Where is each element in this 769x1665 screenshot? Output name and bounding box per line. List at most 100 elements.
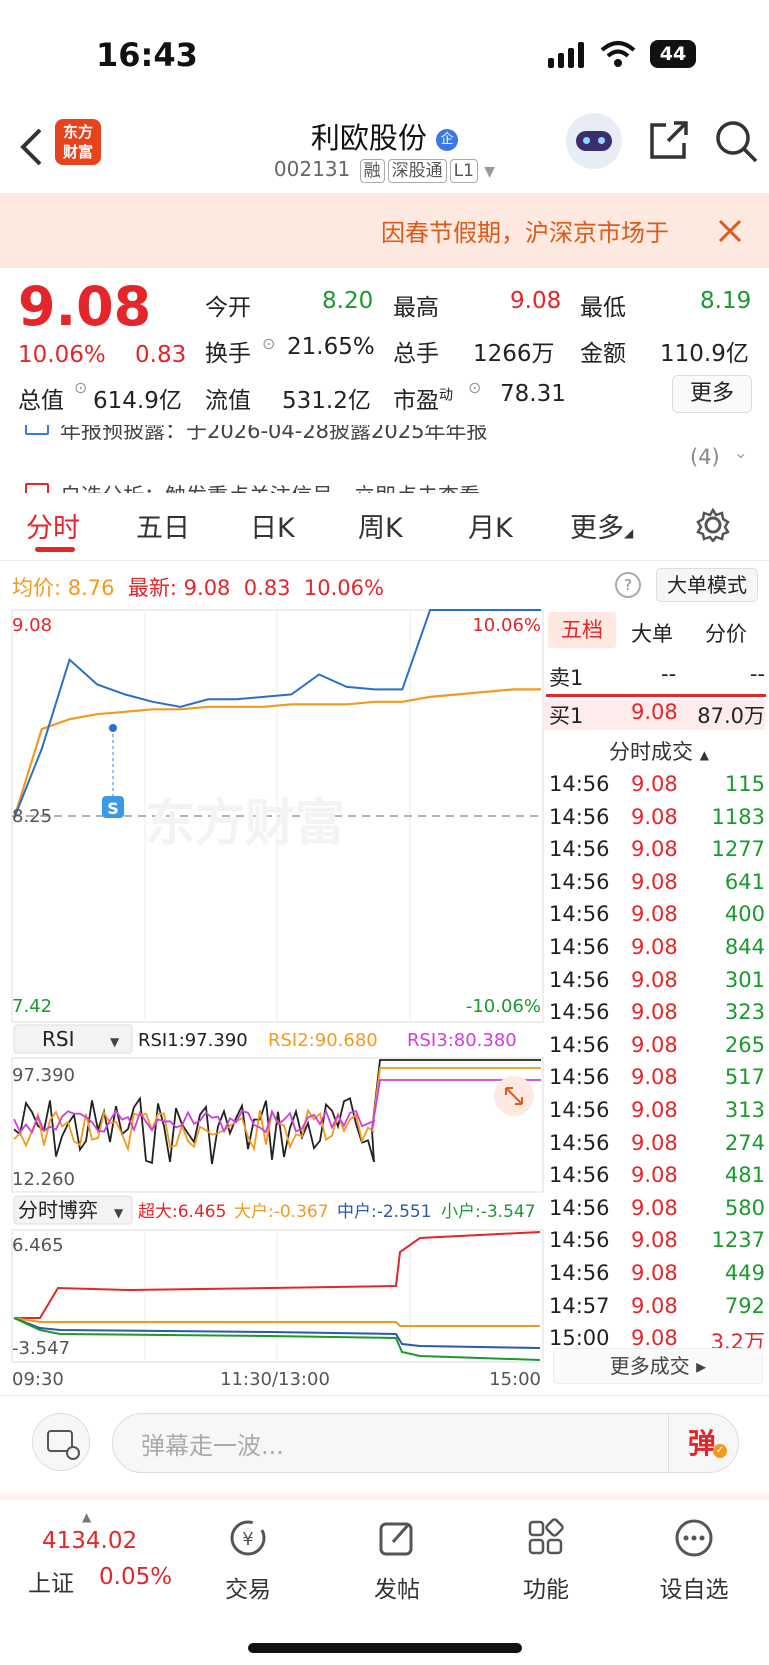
trade-row: 14:56 9.08 1277 xyxy=(549,837,765,862)
trade-row: 14:56 9.08 313 xyxy=(549,1098,765,1122)
game-bottom: -3.547 xyxy=(12,1338,70,1359)
trade-row: 14:56 9.08 1237 xyxy=(549,1228,765,1253)
turnover-value: 21.65% xyxy=(287,334,375,360)
danmu-send-button[interactable]: 弹 xyxy=(688,1422,716,1462)
tab-daily-k[interactable]: 日K xyxy=(250,506,295,545)
tab-five-level[interactable]: 五档 xyxy=(548,612,616,648)
pe-label: 市盈动 xyxy=(393,387,453,414)
more-trades-button[interactable]: 更多成交 ▸ xyxy=(553,1348,763,1384)
tab-weekly-k[interactable]: 周K xyxy=(358,506,403,545)
news-count[interactable]: (4) xyxy=(690,445,720,469)
close-icon[interactable] xyxy=(718,219,742,243)
mktcap-value: 614.9亿 xyxy=(93,388,182,414)
signal-icon xyxy=(548,42,584,68)
low-value: 8.19 xyxy=(700,288,752,314)
change-amount: 0.83 xyxy=(135,342,187,368)
chevron-down-icon[interactable]: ⌄ xyxy=(734,443,747,462)
rsi-selector-label: RSI xyxy=(42,1027,75,1051)
big-order-mode-button[interactable]: 大单模式 xyxy=(656,568,758,602)
nav-functions[interactable]: 功能 xyxy=(486,1518,606,1604)
tag-connect: 深股通 xyxy=(387,159,447,183)
small-label: 小户:-3.547 xyxy=(441,1202,536,1222)
news-strip[interactable]: 年报预披露：于2026-04-28披露2025年年报 (4) ⌄ 自选分析：触发… xyxy=(0,425,769,493)
amount-value: 110.9亿 xyxy=(660,341,749,367)
chart-info-line: 均价: 8.76 最新: 9.08 0.83 10.06% xyxy=(12,572,384,602)
home-indicator xyxy=(248,1643,522,1653)
latest-value: 9.08 xyxy=(183,576,231,600)
x-mid: 11:30/13:00 xyxy=(220,1369,330,1390)
more-button[interactable]: 更多 xyxy=(672,375,752,413)
search-icon[interactable] xyxy=(714,119,758,163)
danmu-input[interactable]: 弹幕走一波... 弹 ✓ xyxy=(112,1413,739,1473)
y-bottom-pct: -10.06% xyxy=(466,996,541,1017)
info-icon[interactable]: ⊙ xyxy=(262,334,275,353)
s-marker-label: S xyxy=(107,799,119,818)
info-icon[interactable]: ⊙ xyxy=(468,378,481,397)
index-value[interactable]: 4134.02 xyxy=(42,1528,137,1554)
index-name[interactable]: 上证 xyxy=(28,1564,74,1598)
rsi1-line xyxy=(13,1059,541,1165)
nav-trade[interactable]: ¥ 交易 xyxy=(188,1518,308,1604)
tab-more[interactable]: 更多◢ xyxy=(570,506,633,545)
edit-icon xyxy=(379,1522,413,1556)
trade-icon: ¥ xyxy=(230,1520,266,1556)
trade-row: 14:56 9.08 641 xyxy=(549,869,765,894)
tag-margin: 融 xyxy=(359,159,385,183)
dropdown-icon[interactable]: ▼ xyxy=(484,164,495,180)
amount-label: 金额 xyxy=(580,341,626,367)
trade-row: 14:56 9.08 115 xyxy=(549,772,765,796)
wifi-icon xyxy=(600,41,636,67)
pe-value: 78.31 xyxy=(500,381,566,407)
svg-text:¥: ¥ xyxy=(242,1529,253,1550)
rsi3-label: RSI3:80.380 xyxy=(407,1030,517,1051)
tag-level: L1 xyxy=(449,159,478,183)
tab-price-dist[interactable]: 分价 xyxy=(705,618,747,648)
index-pct[interactable]: 0.05% xyxy=(99,1564,172,1590)
trade-row: 14:57 9.08 792 xyxy=(549,1293,765,1318)
danmu-placeholder: 弹幕走一波... xyxy=(141,1432,284,1460)
trade-row: 14:56 9.08 481 xyxy=(549,1163,765,1188)
nav-post-label: 发帖 xyxy=(374,1577,420,1603)
report-icon xyxy=(25,425,49,435)
y-top-pct: 10.06% xyxy=(472,615,541,636)
super-label: 超大:6.465 xyxy=(138,1202,226,1222)
volume-value: 1266万 xyxy=(473,341,555,367)
watermark: 东方财富 xyxy=(145,794,345,852)
settings-icon[interactable] xyxy=(696,508,730,542)
holiday-notice[interactable]: 因春节假期，沪深京市场于 xyxy=(0,193,769,268)
share-icon[interactable] xyxy=(648,119,690,161)
grid-icon xyxy=(528,1518,564,1555)
high-value: 9.08 xyxy=(510,288,562,314)
tab-five-day[interactable]: 五日 xyxy=(136,506,190,545)
danmu-settings-icon[interactable] xyxy=(32,1413,90,1471)
robot-avatar-icon[interactable] xyxy=(566,113,622,169)
volume-label: 总手 xyxy=(393,341,439,367)
tab-monthly-k[interactable]: 月K xyxy=(468,506,513,545)
tab-big-order[interactable]: 大单 xyxy=(631,618,673,648)
help-icon[interactable]: ? xyxy=(615,572,641,598)
intraday-chart[interactable]: 东方财富 S 9.08 10.06% 8.25 7.42 -10.06% RSI… xyxy=(0,600,545,1390)
battery-icon: 44 xyxy=(650,40,696,68)
game-selector-label: 分时博弈 xyxy=(18,1198,98,1222)
buy1-row: 买1 9.08 87.0万 xyxy=(543,700,765,730)
check-icon: ✓ xyxy=(713,1444,727,1458)
y-top-price: 9.08 xyxy=(12,615,52,636)
more-icon xyxy=(675,1519,713,1557)
info-icon[interactable]: ⊙ xyxy=(74,378,87,397)
nav-trade-label: 交易 xyxy=(225,1577,271,1603)
spread-bar xyxy=(546,694,766,697)
order-book-panel: 五档 大单 分价 卖1 -- -- 买1 9.08 87.0万 分时成交 ▲ 1… xyxy=(543,608,769,1388)
news-item[interactable]: 年报预披露：于2026-04-28披露2025年年报 xyxy=(60,425,487,445)
nav-functions-label: 功能 xyxy=(523,1577,569,1603)
trade-row: 14:56 9.08 1183 xyxy=(549,804,765,829)
dropdown-icon: ▼ xyxy=(114,1206,124,1220)
rsi2-label: RSI2:90.680 xyxy=(268,1030,378,1051)
trades-title[interactable]: 分时成交 ▲ xyxy=(609,736,709,766)
nav-add-watchlist[interactable]: 设自选 xyxy=(634,1518,754,1604)
active-tab-indicator xyxy=(35,547,75,552)
rsi-bottom: 12.260 xyxy=(12,1169,75,1190)
nav-post[interactable]: 发帖 xyxy=(337,1518,457,1604)
tab-intraday[interactable]: 分时 xyxy=(26,506,80,545)
trade-row: 14:56 9.08 844 xyxy=(549,935,765,959)
rsi-top: 97.390 xyxy=(12,1065,75,1086)
